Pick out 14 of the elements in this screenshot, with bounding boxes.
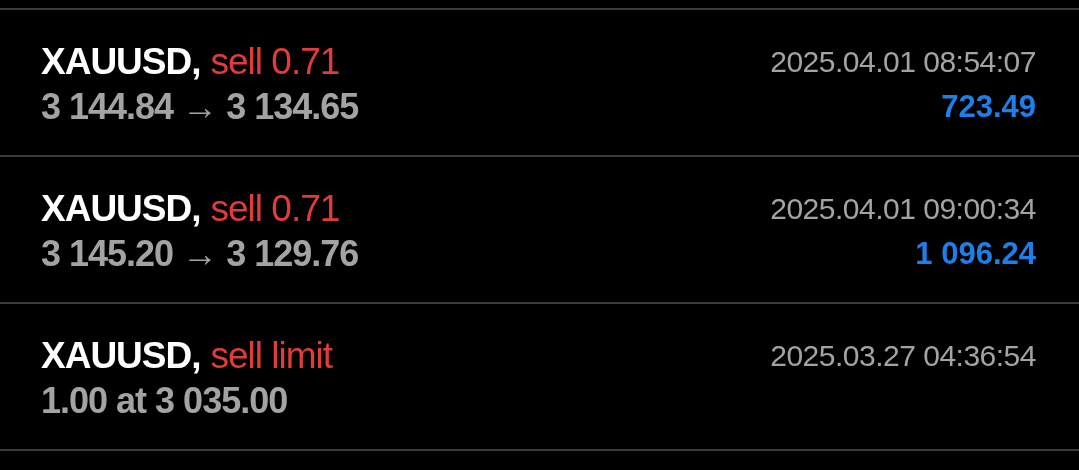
symbol: XAUUSD, [41, 187, 201, 231]
time: 2025.04.01 09:00:34 [770, 191, 1036, 227]
order-type: sell 0.71 [210, 40, 340, 84]
prices: 1.00 at 3 035.00 [41, 379, 289, 423]
profit: 1 096.24 [915, 235, 1036, 273]
symbol: XAUUSD, [41, 334, 201, 378]
prices: 3 144.84 → 3 134.65 [41, 85, 359, 129]
time: 2025.04.01 08:54:07 [770, 44, 1036, 80]
time: 2025.03.27 04:36:54 [770, 338, 1036, 374]
order-type: sell limit [210, 334, 333, 378]
profit: 723.49 [941, 88, 1036, 126]
symbol: XAUUSD, [41, 40, 201, 84]
prices: 3 145.20 → 3 129.76 [41, 232, 359, 276]
order-type: sell 0.71 [210, 187, 340, 231]
